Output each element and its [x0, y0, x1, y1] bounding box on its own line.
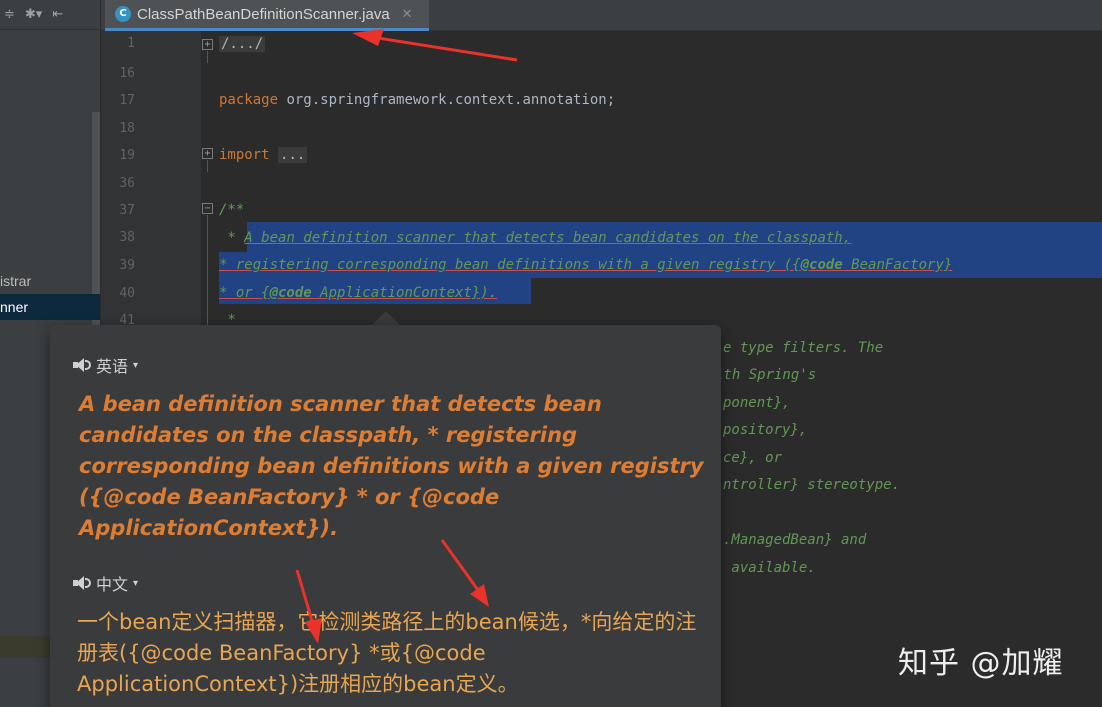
doc-fragment: .ManagedBean} and: [723, 532, 867, 548]
code-line-38: * A bean definition scanner that detects…: [219, 225, 851, 251]
doc-fragment: ith Spring's: [715, 367, 817, 383]
line-number: 39: [119, 258, 135, 273]
keyword-package: package: [219, 92, 279, 108]
editor-tab-bar: C ClassPathBeanDefinitionScanner.java ✕: [101, 0, 1102, 31]
java-class-icon: C: [115, 6, 131, 22]
editor-tab-active[interactable]: C ClassPathBeanDefinitionScanner.java ✕: [105, 0, 429, 31]
doc-fragment: available.: [723, 560, 816, 576]
collapse-all-icon[interactable]: ≑: [4, 7, 15, 22]
line-number: 36: [119, 176, 135, 191]
target-language-label: 中文: [96, 575, 129, 594]
doc-text: A bean definition scanner that detects b…: [244, 230, 852, 246]
fold-rail: [207, 51, 208, 63]
doc-text: * registering corresponding bean definit…: [219, 257, 801, 273]
project-tree-item[interactable]: istrar: [0, 268, 100, 294]
keyword-import: import: [219, 147, 270, 163]
fold-collapse-icon[interactable]: −: [202, 203, 213, 214]
fold-rail: [207, 160, 208, 172]
source-language-label: 英语: [96, 357, 129, 376]
translated-text: 一个bean定义扫描器，它检测类路径上的bean候选，*向给定的注册表({@co…: [77, 610, 697, 696]
translation-popup: 英语 ▾ A bean definition scanner that dete…: [50, 325, 721, 707]
doc-fragment: ponent},: [723, 395, 791, 411]
line-number: 18: [119, 121, 135, 136]
target-language-selector[interactable]: 中文 ▾: [73, 571, 138, 595]
source-text: A bean definition scanner that detects b…: [79, 392, 704, 540]
doc-fragment: ntroller} stereotype.: [723, 477, 901, 493]
chevron-down-icon: ▾: [133, 359, 139, 371]
line-number: 17: [119, 93, 135, 108]
code-line-37: /**: [219, 202, 245, 218]
speaker-icon[interactable]: [73, 575, 91, 591]
folded-imports[interactable]: ...: [278, 147, 308, 163]
popup-pointer: [371, 311, 401, 326]
close-tab-icon[interactable]: ✕: [402, 7, 413, 22]
doc-fragment: e type filters. The: [723, 340, 884, 356]
doc-fragment: pository},: [723, 422, 808, 438]
doc-text: * or {: [219, 285, 270, 301]
fold-expand-icon[interactable]: +: [202, 39, 213, 50]
source-language-selector[interactable]: 英语 ▾: [73, 353, 138, 377]
code-line-1: /.../: [219, 31, 266, 57]
code-line-17: package org.springframework.context.anno…: [219, 87, 615, 113]
line-number: 40: [119, 286, 135, 301]
doc-code-tag: @code: [269, 285, 312, 301]
doc-fragment: ce}, or: [723, 450, 783, 466]
line-number: 19: [119, 148, 135, 163]
speaker-icon[interactable]: [73, 357, 91, 373]
fold-rail: [207, 215, 208, 325]
settings-gear-icon[interactable]: ✱▾: [25, 7, 42, 22]
folded-header[interactable]: /.../: [219, 36, 266, 52]
line-number: 16: [119, 66, 135, 81]
line-number: 1: [127, 36, 135, 51]
watermark: 知乎 @加耀: [898, 646, 1064, 681]
doc-text: BeanFactory}: [842, 257, 953, 273]
code-line-19: import ...: [219, 142, 308, 168]
doc-code-tag: @code: [800, 257, 843, 273]
package-name: org.springframework.context.annotation;: [278, 92, 616, 108]
tab-title: ClassPathBeanDefinitionScanner.java: [137, 5, 390, 23]
line-number: 38: [119, 230, 135, 245]
hide-panel-icon[interactable]: ⇤: [52, 7, 63, 22]
line-number: 37: [119, 203, 135, 218]
doc-star: *: [219, 230, 245, 246]
project-tree-item-selected[interactable]: nner: [0, 294, 100, 320]
code-line-39: * registering corresponding bean definit…: [219, 252, 952, 278]
project-tree-item[interactable]: [0, 636, 50, 658]
code-line-40: * or {@code ApplicationContext}).: [219, 280, 497, 306]
fold-expand-icon[interactable]: +: [202, 148, 213, 159]
doc-text: ApplicationContext}).: [311, 285, 498, 301]
chevron-down-icon: ▾: [133, 577, 139, 589]
project-panel-toolbar: ≑ ✱▾ ⇤: [0, 0, 100, 30]
